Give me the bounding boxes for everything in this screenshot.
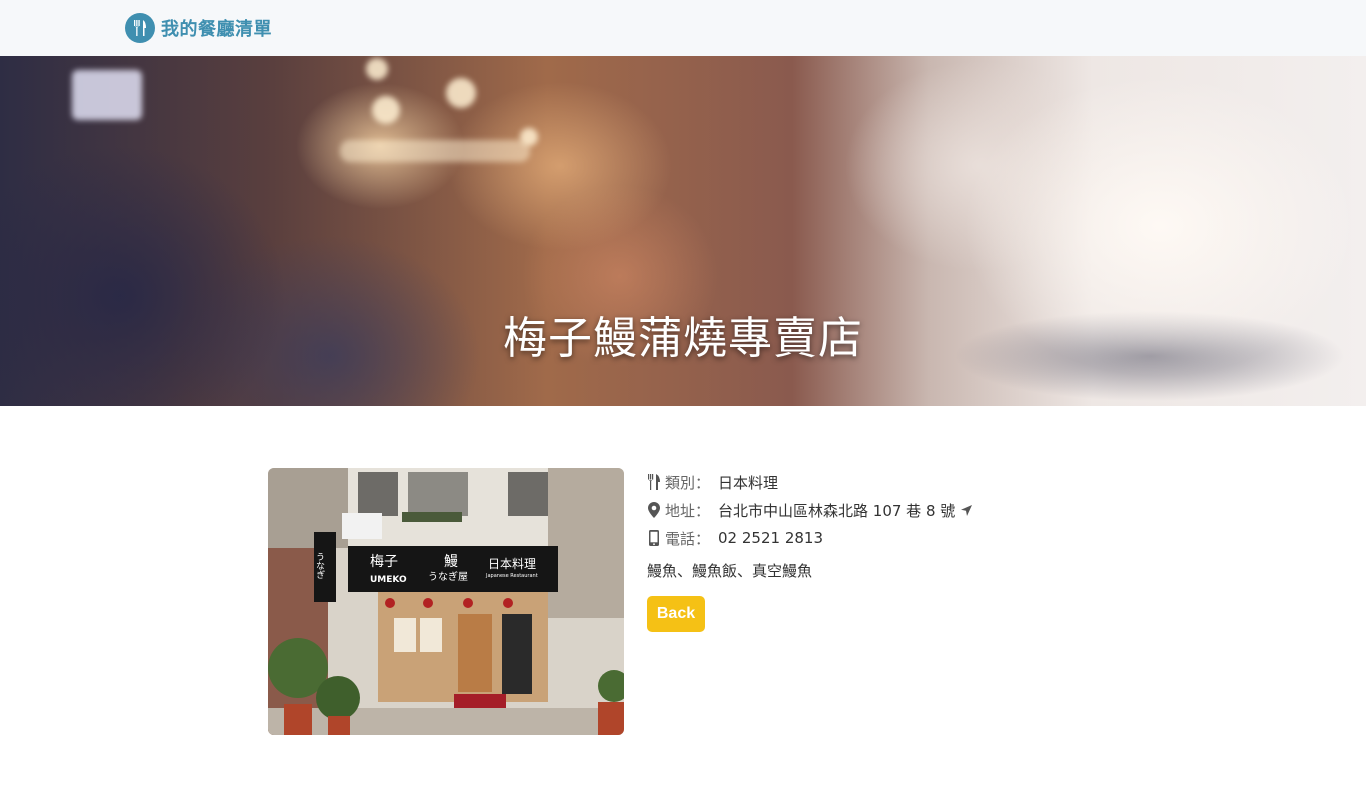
restaurant-details: 類別： 日本料理 地址： 台北市中山區林森北路 107 巷 8 號 電話： 02 (647, 468, 1067, 632)
photo-sign-eel: 鰻 (444, 554, 458, 570)
hero-banner: 梅子鰻蒲燒專賣店 (0, 56, 1366, 406)
restaurant-photo: 梅子 UMEKO 鰻 うなぎ屋 日本料理 Japanese Restaurant… (268, 468, 624, 735)
phone-row: 電話： 02 2521 2813 (647, 524, 1067, 552)
address-row: 地址： 台北市中山區林森北路 107 巷 8 號 (647, 496, 1067, 524)
utensils-icon (647, 473, 661, 491)
restaurant-description: 鰻魚、鰻魚飯、真空鰻魚 (647, 561, 813, 580)
restaurant-title: 梅子鰻蒲燒專賣店 (503, 313, 863, 364)
photo-side-sign: うなぎ (314, 552, 325, 579)
address-value: 台北市中山區林森北路 107 巷 8 號 (718, 501, 956, 520)
brand-link[interactable]: 我的餐廳清單 (125, 13, 272, 43)
photo-sign-en: UMEKO (370, 575, 407, 585)
mobile-phone-icon (647, 529, 661, 547)
photo-sign-kana: うなぎ屋 (428, 570, 468, 583)
photo-sign-cuisine: 日本料理 (488, 557, 536, 571)
brand-title: 我的餐廳清單 (161, 19, 272, 40)
category-row: 類別： 日本料理 (647, 468, 1067, 496)
phone-label: 電話： (665, 529, 711, 548)
map-marker-icon (647, 501, 661, 519)
address-label: 地址： (665, 501, 711, 520)
photo-sign-cuisine-en: Japanese Restaurant (485, 573, 538, 579)
category-value: 日本料理 (718, 473, 779, 492)
phone-value: 02 2521 2813 (718, 529, 823, 547)
photo-sign-name: 梅子 (370, 554, 398, 570)
location-arrow-icon[interactable] (961, 504, 973, 516)
category-label: 類別： (665, 473, 711, 492)
utensils-icon (125, 13, 155, 43)
back-button[interactable]: Back (647, 596, 705, 632)
navbar: 我的餐廳清單 (0, 0, 1366, 57)
